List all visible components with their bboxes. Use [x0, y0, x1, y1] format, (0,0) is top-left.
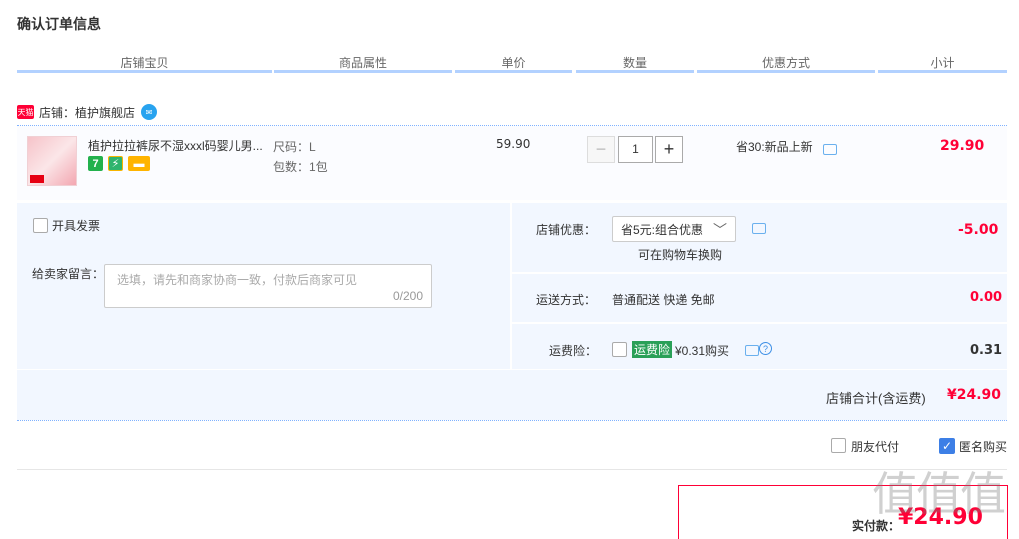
invoice-checkbox[interactable]: [33, 218, 48, 233]
insurance-label: 运费险：: [549, 344, 598, 358]
shop-discount-amount: -5.00: [958, 222, 999, 238]
divider: [17, 420, 1007, 421]
insurance-tag: 运费险: [632, 341, 673, 358]
col-header-item: 店铺宝贝: [120, 56, 169, 70]
header-underline: [274, 70, 452, 73]
item-discount: 省30:新品上新: [736, 140, 813, 154]
seven-day-return-icon[interactable]: 7: [88, 156, 103, 171]
friend-pay-checkbox[interactable]: [831, 438, 846, 453]
shop-discount-note: 可在购物车换购: [638, 248, 723, 262]
help-icon[interactable]: ?: [759, 342, 772, 355]
quantity-input[interactable]: 1: [618, 136, 653, 163]
anonymous-checkbox[interactable]: ✓: [939, 438, 955, 454]
comment-icon[interactable]: [752, 223, 766, 234]
item-attr-pack: 包数：1包: [273, 160, 328, 174]
message-placeholder: 选填，请先和商家协商一致，付款后商家可见: [117, 273, 358, 287]
item-attr-size: 尺码：L: [273, 140, 316, 154]
insurance-amount: 0.31: [970, 343, 1003, 358]
insurance-text: ¥0.31购买: [675, 344, 730, 358]
friend-pay-label: 朋友代付: [851, 440, 900, 454]
shop-total-amount: ¥24.90: [947, 387, 1002, 403]
shop-discount-selected: 省5元:组合优惠: [621, 222, 704, 237]
shop-name[interactable]: 店铺：植护旗舰店: [39, 104, 135, 121]
page-title: 确认订单信息: [17, 16, 101, 32]
credit-card-icon[interactable]: ▬: [128, 156, 150, 171]
watermark-logo: 值值值: [872, 467, 1006, 521]
unit-price: 59.90: [496, 137, 531, 151]
product-thumbnail[interactable]: [27, 136, 77, 186]
col-header-discount: 优惠方式: [761, 56, 810, 70]
divider: [510, 203, 512, 369]
comment-icon[interactable]: [745, 345, 759, 356]
col-header-price: 单价: [501, 56, 526, 70]
product-name[interactable]: 植护拉拉裤尿不湿xxxl码婴儿男...: [88, 137, 263, 154]
shop-discount-label: 店铺优惠：: [536, 223, 597, 237]
col-header-subtotal: 小计: [930, 56, 955, 70]
shop-discount-select[interactable]: 省5元:组合优惠 ﹀: [612, 216, 736, 242]
divider: [17, 469, 1007, 470]
chat-icon[interactable]: ✉: [141, 104, 158, 120]
header-underline: [878, 70, 1007, 73]
shop-total-label: 店铺合计(含运费): [826, 391, 926, 406]
tmall-icon: 天猫: [17, 105, 34, 119]
item-subtotal: 29.90: [940, 138, 985, 154]
shipping-amount: 0.00: [970, 290, 1003, 305]
service-icon[interactable]: ⚡: [108, 156, 123, 171]
seller-message-input[interactable]: 选填，请先和商家协商一致，付款后商家可见 0/200: [104, 264, 432, 308]
divider: [512, 272, 1007, 274]
quantity-increase-button[interactable]: +: [655, 136, 683, 163]
message-counter: 0/200: [392, 289, 423, 303]
shipping-label: 运送方式：: [536, 293, 597, 307]
anonymous-label: 匿名购买: [959, 440, 1008, 454]
chevron-down-icon: ﹀: [713, 222, 727, 238]
shop-row: 天猫 店铺：植护旗舰店 ✉: [17, 101, 158, 123]
col-header-attr: 商品属性: [338, 56, 387, 70]
insurance-checkbox[interactable]: [612, 342, 627, 357]
header-underline: [697, 70, 875, 73]
comment-icon[interactable]: [823, 144, 837, 155]
divider: [512, 322, 1007, 324]
quantity-decrease-button[interactable]: −: [587, 136, 615, 163]
shipping-value: 普通配送 快递 免邮: [612, 293, 715, 307]
invoice-label: 开具发票: [52, 219, 101, 233]
message-label: 给卖家留言：: [32, 267, 105, 281]
header-underline: [576, 70, 694, 73]
header-underline: [17, 70, 272, 73]
header-underline: [455, 70, 572, 73]
col-header-qty: 数量: [622, 56, 647, 70]
